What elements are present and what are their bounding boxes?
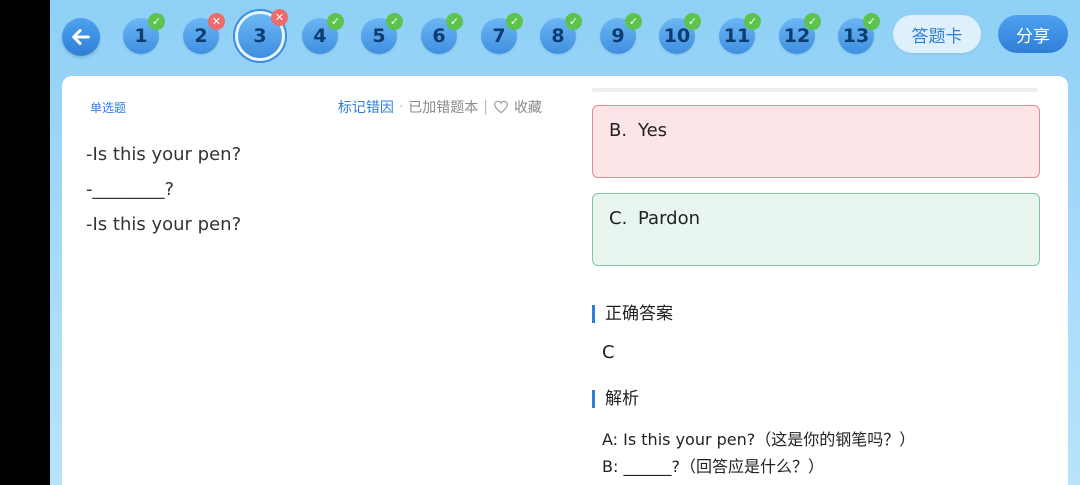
question-number: 8 <box>551 25 565 47</box>
question-number: 9 <box>611 25 625 47</box>
favorite-button[interactable]: 收藏 <box>514 97 542 117</box>
question-nav-6[interactable]: 6 ✓ <box>421 13 463 54</box>
question-nav-8[interactable]: 8 ✓ <box>540 13 582 54</box>
answer-card-button[interactable]: 答题卡 <box>893 15 981 53</box>
question-number: 13 <box>842 25 870 47</box>
share-button[interactable]: 分享 <box>998 15 1068 53</box>
question-stem: -Is this your pen? -________? -Is this y… <box>86 144 241 249</box>
check-icon: ✓ <box>565 13 582 30</box>
check-icon: ✓ <box>684 13 701 30</box>
heart-icon[interactable] <box>493 100 509 114</box>
question-type-label: 单选题 <box>90 101 127 115</box>
option-text: Yes <box>638 120 668 141</box>
question-number: 5 <box>372 25 386 47</box>
analysis-line: A: Is this your pen?（这是你的钢笔吗？） <box>602 430 916 449</box>
question-nav-4[interactable]: 4 ✓ <box>302 13 344 54</box>
analysis-line: B: ______?（回答应是什么？） <box>602 457 824 476</box>
back-arrow-icon <box>72 29 90 45</box>
option-b[interactable]: B. Yes <box>592 105 1040 178</box>
check-icon: ✓ <box>327 13 344 30</box>
option-a-edge <box>592 88 1038 92</box>
cross-icon: ✕ <box>208 13 225 30</box>
question-number: 11 <box>723 25 751 47</box>
question-number: 1 <box>134 25 148 47</box>
option-text: Pardon <box>638 208 701 229</box>
question-number: 12 <box>783 25 811 47</box>
cross-icon: ✕ <box>271 9 288 26</box>
added-wrong-book-label: 已加错题本 <box>408 100 479 116</box>
question-panel: 单选题 标记错因 · 已加错题本 | 收藏 -Is this your pen?… <box>62 76 562 485</box>
question-number: 6 <box>432 25 446 47</box>
option-letter: B. <box>609 120 628 141</box>
check-icon: ✓ <box>506 13 523 30</box>
analysis-text: A: Is this your pen?（这是你的钢笔吗？） B: ______… <box>602 426 915 480</box>
app-root: 1 ✓ 2 ✕ 3 ✕ 4 ✓ 5 ✓ 6 ✓ 7 ✓ 8 ✓ 9 ✓ 10 ✓ 11 ✓ 12 ✓ 13 ✓ 答题卡 分享 单选… <box>50 0 1080 485</box>
check-icon: ✓ <box>386 13 403 30</box>
check-icon: ✓ <box>863 13 880 30</box>
dot-separator: · <box>398 99 404 115</box>
question-nav-5[interactable]: 5 ✓ <box>361 13 403 54</box>
question-nav-11[interactable]: 11 ✓ <box>719 13 761 54</box>
correct-answer-title: 正确答案 <box>592 305 673 323</box>
stem-line: -Is this your pen? <box>86 144 242 165</box>
question-nav-3[interactable]: 3 ✕ <box>238 9 288 58</box>
back-button[interactable] <box>62 18 100 56</box>
question-nav-10[interactable]: 10 ✓ <box>659 13 701 54</box>
question-number: 7 <box>492 25 506 47</box>
question-nav-7[interactable]: 7 ✓ <box>481 13 523 54</box>
question-nav-13[interactable]: 13 ✓ <box>838 13 880 54</box>
question-nav-9[interactable]: 9 ✓ <box>600 13 642 54</box>
question-nav-2[interactable]: 2 ✕ <box>183 13 225 54</box>
check-icon: ✓ <box>625 13 642 30</box>
answer-panel[interactable]: B. Yes C. Pardon 正确答案 C 解析 A: Is this yo… <box>562 76 1068 485</box>
question-nav-1[interactable]: 1 ✓ <box>123 13 165 54</box>
check-icon: ✓ <box>804 13 821 30</box>
question-tools: 标记错因 · 已加错题本 | 收藏 <box>338 97 542 117</box>
question-number: 4 <box>313 25 327 47</box>
question-number: 2 <box>194 25 208 47</box>
stem-line: -Is this your pen? <box>86 214 242 235</box>
question-number: 3 <box>253 25 267 47</box>
check-icon: ✓ <box>744 13 761 30</box>
mark-reason-link[interactable]: 标记错因 <box>338 97 394 117</box>
check-icon: ✓ <box>148 13 165 30</box>
option-letter: C. <box>609 208 628 229</box>
question-number: 10 <box>663 25 691 47</box>
check-icon: ✓ <box>446 13 463 30</box>
question-nav-12[interactable]: 12 ✓ <box>779 13 821 54</box>
stem-line: -________? <box>86 179 175 200</box>
option-c[interactable]: C. Pardon <box>592 193 1040 266</box>
divider: | <box>483 99 488 115</box>
analysis-title: 解析 <box>592 390 639 408</box>
correct-answer-value: C <box>602 342 615 363</box>
